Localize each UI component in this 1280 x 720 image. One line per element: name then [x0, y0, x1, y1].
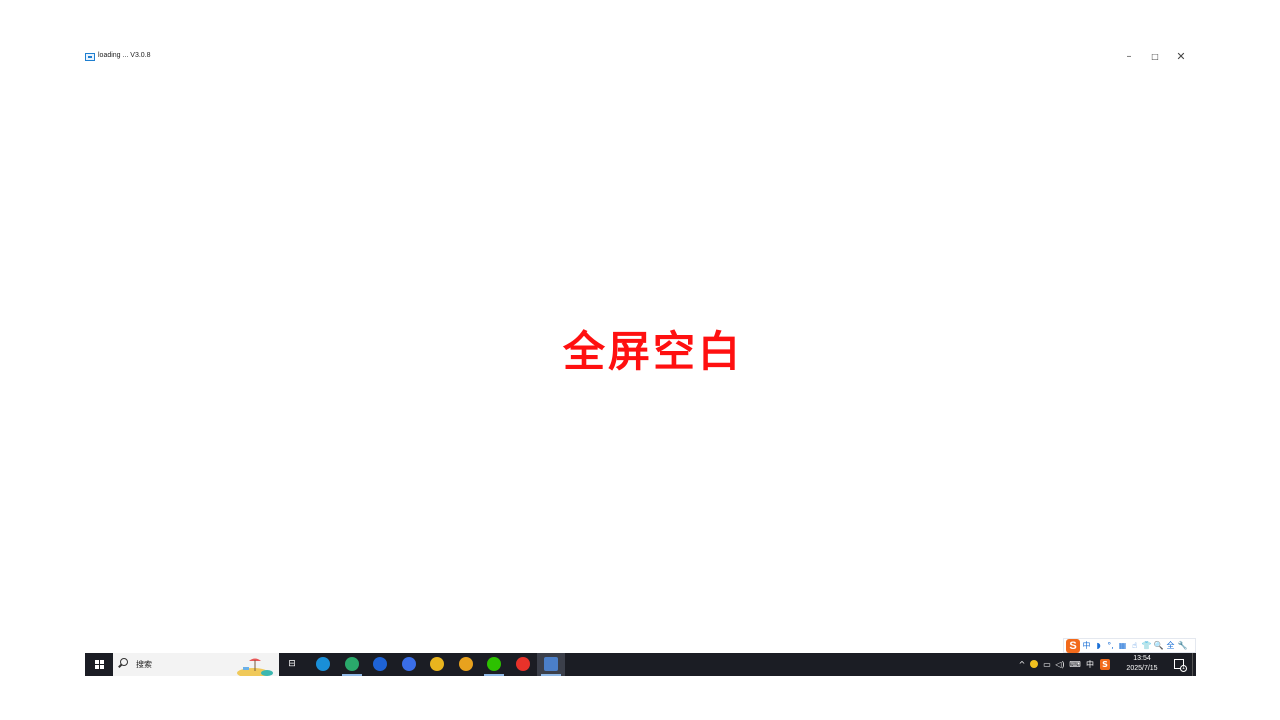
- maximize-button[interactable]: □: [1148, 50, 1162, 64]
- keyboard-layout-icon[interactable]: ⌨: [1068, 659, 1082, 670]
- taskbar-app-chrome[interactable]: [423, 653, 451, 676]
- ime-settings-icon[interactable]: 🔧: [1177, 640, 1188, 652]
- taskbar-app-wechat[interactable]: [480, 653, 508, 676]
- show-desktop-button[interactable]: [1192, 653, 1196, 676]
- ime-handwriting-icon[interactable]: ☝: [1129, 640, 1140, 652]
- edge-beta-icon: [344, 657, 359, 671]
- close-button[interactable]: ✕: [1174, 50, 1188, 64]
- wps-icon: [515, 657, 530, 671]
- ime-mode-indicator[interactable]: 中: [1085, 659, 1095, 670]
- chrome-icon: [430, 657, 444, 671]
- window-titlebar[interactable]: loading ... V3.0.8 – □ ✕: [85, 50, 1196, 66]
- ime-language-toggle[interactable]: 中: [1081, 640, 1092, 652]
- taskbar-app-edge[interactable]: [309, 653, 337, 676]
- task-view-icon[interactable]: ⊟: [286, 659, 298, 670]
- ime-fullscreen-icon[interactable]: 全: [1165, 640, 1176, 652]
- sogou-tray-icon[interactable]: S: [1100, 659, 1110, 670]
- chrome-canary-icon: [458, 657, 473, 671]
- windows-logo-icon: [95, 660, 104, 669]
- desktop-screen: loading ... V3.0.8 – □ ✕ 全屏空白 S 中 ◗ °, ▦…: [0, 0, 1280, 720]
- taskbar-app-loading-app[interactable]: [537, 653, 565, 676]
- clock-time[interactable]: 13:54: [1122, 655, 1162, 662]
- clock-date[interactable]: 2025/7/15: [1120, 665, 1164, 672]
- minimize-button[interactable]: –: [1122, 50, 1136, 64]
- search-icon: [120, 658, 128, 666]
- taskbar-app-chrome-canary[interactable]: [452, 653, 480, 676]
- sogou-ime-icon[interactable]: S: [1066, 638, 1080, 653]
- ime-skin-icon[interactable]: 👕: [1141, 640, 1152, 652]
- ime-keyboard-icon[interactable]: ▦: [1117, 640, 1128, 652]
- volume-icon[interactable]: ◁): [1054, 659, 1066, 670]
- ime-fullwidth-icon[interactable]: ◗: [1093, 640, 1104, 652]
- tray-app-icon[interactable]: [1029, 659, 1039, 670]
- system-tray: ^ ▭ ◁) ⌨ 中 S 13:54 2025/7/15 1: [1016, 653, 1196, 676]
- meeting-app-icon: [373, 657, 387, 671]
- browser-app-icon: [401, 657, 416, 671]
- taskbar-app-meeting-app[interactable]: [366, 653, 394, 676]
- window-title: loading ... V3.0.8: [98, 52, 151, 59]
- ime-toolbar[interactable]: S 中 ◗ °, ▦ ☝ 👕 🔍 全 🔧: [1063, 638, 1196, 653]
- network-icon[interactable]: ▭: [1041, 659, 1053, 670]
- taskbar-app-wps[interactable]: [509, 653, 537, 676]
- notification-count-badge: 1: [1180, 665, 1187, 672]
- ime-search-icon[interactable]: 🔍: [1153, 640, 1164, 652]
- app-icon: [85, 53, 95, 61]
- search-placeholder: 搜索: [136, 660, 152, 669]
- blank-screen-message: 全屏空白: [562, 327, 743, 376]
- show-hidden-icons-chevron[interactable]: ^: [1018, 659, 1026, 670]
- wechat-icon: [487, 657, 501, 671]
- taskbar-app-browser-app[interactable]: [395, 653, 423, 676]
- search-highlight-illustration-icon[interactable]: [237, 655, 279, 676]
- taskbar-search-box[interactable]: 搜索: [113, 653, 279, 676]
- taskbar-app-edge-beta[interactable]: [338, 653, 366, 676]
- ime-punctuation-icon[interactable]: °,: [1105, 640, 1116, 652]
- loading-app-icon: [544, 657, 558, 671]
- start-button[interactable]: [85, 653, 113, 676]
- taskbar: 搜索 ⊟ ^ ▭ ◁) ⌨ 中 S 13:54 2025/7/15 1: [85, 653, 1196, 676]
- edge-icon: [316, 657, 330, 671]
